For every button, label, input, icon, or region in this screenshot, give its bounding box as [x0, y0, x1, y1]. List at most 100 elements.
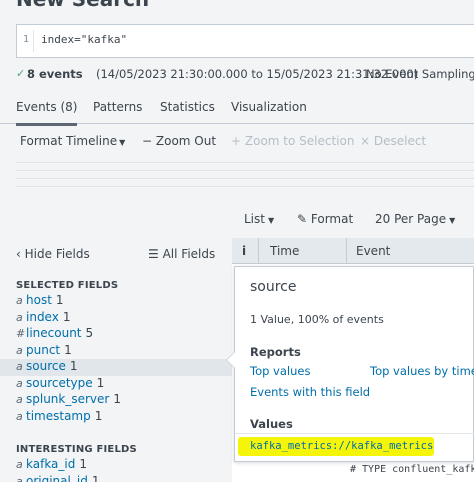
- field-row-host[interactable]: a host 1: [0, 293, 232, 310]
- top-values-by-time-link[interactable]: Top values by time: [370, 364, 474, 378]
- field-count: 1: [55, 293, 64, 307]
- pencil-icon: ✎: [297, 212, 308, 226]
- field-count: 1: [91, 473, 100, 482]
- hide-fields-label: Hide Fields: [24, 247, 90, 261]
- results-toolbar: List ▼ ✎ Format 20 Per Page ▼: [0, 210, 474, 230]
- field-type-icon: a: [16, 474, 23, 482]
- results-tabs: Events (8) Patterns Statistics Visualiza…: [0, 92, 474, 126]
- value-row[interactable]: kafka_metrics://kafka_metrics: [235, 433, 474, 456]
- per-page-label: 20 Per Page: [375, 212, 447, 226]
- chevron-left-icon: ‹: [16, 247, 21, 261]
- gutter-divider: [33, 30, 34, 52]
- interesting-fields-title: INTERESTING FIELDS: [16, 444, 137, 455]
- tab-events[interactable]: Events (8): [16, 100, 78, 126]
- tab-statistics[interactable]: Statistics: [160, 100, 215, 114]
- page-title: New Search: [16, 0, 149, 11]
- field-type-icon: a: [16, 409, 23, 423]
- tab-visualization[interactable]: Visualization: [231, 100, 307, 114]
- field-count: 1: [69, 359, 78, 373]
- deselect-button[interactable]: × Deselect: [360, 134, 426, 148]
- per-page-dropdown[interactable]: 20 Per Page ▼: [375, 212, 455, 226]
- timeline-gridline: [16, 162, 474, 163]
- field-type-icon: #: [16, 327, 26, 340]
- popover-title: source: [250, 279, 297, 295]
- field-count: 1: [113, 392, 121, 406]
- chevron-down-icon: ▼: [267, 216, 275, 225]
- hide-fields-button[interactable]: ‹ Hide Fields: [16, 247, 90, 261]
- field-row-linecount[interactable]: #linecount 5: [0, 326, 232, 343]
- format-button[interactable]: ✎ Format: [297, 212, 353, 226]
- zoom-out-button[interactable]: − Zoom Out: [142, 134, 216, 148]
- value-link[interactable]: kafka_metrics://kafka_metrics: [250, 440, 433, 452]
- event-sampling-dropdown[interactable]: No Event Sampling▼: [366, 67, 474, 81]
- column-event[interactable]: Event: [346, 238, 474, 264]
- popover-summary: 1 Value, 100% of events: [250, 313, 384, 326]
- field-row-sourcetype[interactable]: a sourcetype 1: [0, 376, 232, 393]
- field-name: source: [26, 359, 66, 373]
- field-name: index: [26, 309, 59, 324]
- selected-fields-list: a host 1 a index 1 #linecount 5 a punct 1 a sour…: [0, 293, 232, 425]
- top-values-link[interactable]: Top values: [250, 364, 310, 378]
- field-count: 1: [96, 375, 105, 390]
- popover-arrow: [226, 351, 235, 369]
- field-type-icon: a: [16, 393, 23, 406]
- field-row-timestamp[interactable]: a timestamp 1: [0, 409, 232, 426]
- field-row-splunk-server[interactable]: a splunk_server 1: [0, 392, 232, 409]
- format-label: Format: [310, 212, 354, 226]
- event-text-snippet: # TYPE confluent_kafka: [350, 464, 474, 475]
- timeline-chart[interactable]: [16, 156, 474, 190]
- events-table-header: i Time Event: [232, 238, 474, 264]
- event-sampling-label: No Event Sampling: [366, 67, 474, 81]
- list-dropdown[interactable]: List ▼: [244, 212, 274, 226]
- all-fields-button[interactable]: ☰ All Fields: [148, 247, 215, 261]
- fields-sidebar-header: ‹ Hide Fields ☰ All Fields: [0, 242, 232, 266]
- events-with-field-link[interactable]: Events with this field: [250, 385, 370, 399]
- column-time-label: Time: [270, 244, 300, 258]
- field-type-icon: a: [16, 294, 23, 307]
- field-count: 1: [79, 457, 87, 471]
- interesting-fields-list: a kafka_id 1 a original_id 1: [0, 457, 232, 482]
- chevron-down-icon: ▼: [449, 216, 456, 225]
- line-number: 1: [23, 34, 30, 45]
- timeline-toolbar: Format Timeline ▼ − Zoom Out + Zoom to Se…: [0, 130, 474, 152]
- job-status-row: ✓ 8 events (14/05/2023 21:30:00.000 to 1…: [16, 66, 474, 84]
- values-heading: Values: [250, 417, 293, 431]
- column-event-label: Event: [356, 244, 391, 258]
- format-timeline-label: Format Timeline: [20, 134, 118, 148]
- field-row-source[interactable]: a source 1: [0, 359, 232, 376]
- minus-icon: −: [142, 134, 153, 148]
- zoom-to-selection-button[interactable]: + Zoom to Selection: [231, 134, 354, 148]
- field-summary-popover: source 1 Value, 100% of events Reports T…: [226, 266, 474, 462]
- reports-heading: Reports: [250, 345, 301, 359]
- check-icon: ✓: [16, 67, 26, 80]
- search-query-editor[interactable]: 1 index="kafka": [16, 24, 474, 58]
- field-type-icon: a: [16, 360, 23, 373]
- field-count: 5: [85, 326, 94, 340]
- close-icon: ×: [360, 134, 371, 148]
- column-time[interactable]: Time: [258, 238, 346, 264]
- zoom-out-label: Zoom Out: [155, 134, 217, 148]
- field-name: original_id: [26, 473, 88, 482]
- zoom-to-selection-label: Zoom to Selection: [244, 134, 355, 148]
- timeline-gridline: [16, 186, 474, 187]
- field-row-punct[interactable]: a punct 1: [0, 343, 232, 360]
- events-count: 8 events: [27, 67, 83, 81]
- field-row-index[interactable]: a index 1: [0, 310, 232, 327]
- field-type-icon: a: [16, 343, 23, 357]
- field-type-icon: a: [16, 310, 23, 324]
- format-timeline-button[interactable]: Format Timeline ▼: [20, 134, 125, 148]
- field-count: 1: [94, 408, 103, 423]
- column-info: i: [232, 238, 258, 264]
- chevron-down-icon: ▼: [119, 138, 126, 147]
- field-name: linecount: [26, 326, 82, 340]
- search-query-text[interactable]: index="kafka": [41, 33, 127, 46]
- tab-patterns[interactable]: Patterns: [93, 100, 142, 114]
- field-name: kafka_id: [26, 457, 76, 471]
- list-label: List: [244, 212, 265, 226]
- field-row-original-id[interactable]: a original_id 1: [0, 474, 232, 482]
- info-icon: i: [242, 244, 247, 258]
- field-name: sourcetype: [26, 375, 93, 390]
- field-row-kafka-id[interactable]: a kafka_id 1: [0, 457, 232, 474]
- timeline-gridline: [16, 170, 474, 171]
- field-count: 1: [64, 342, 72, 357]
